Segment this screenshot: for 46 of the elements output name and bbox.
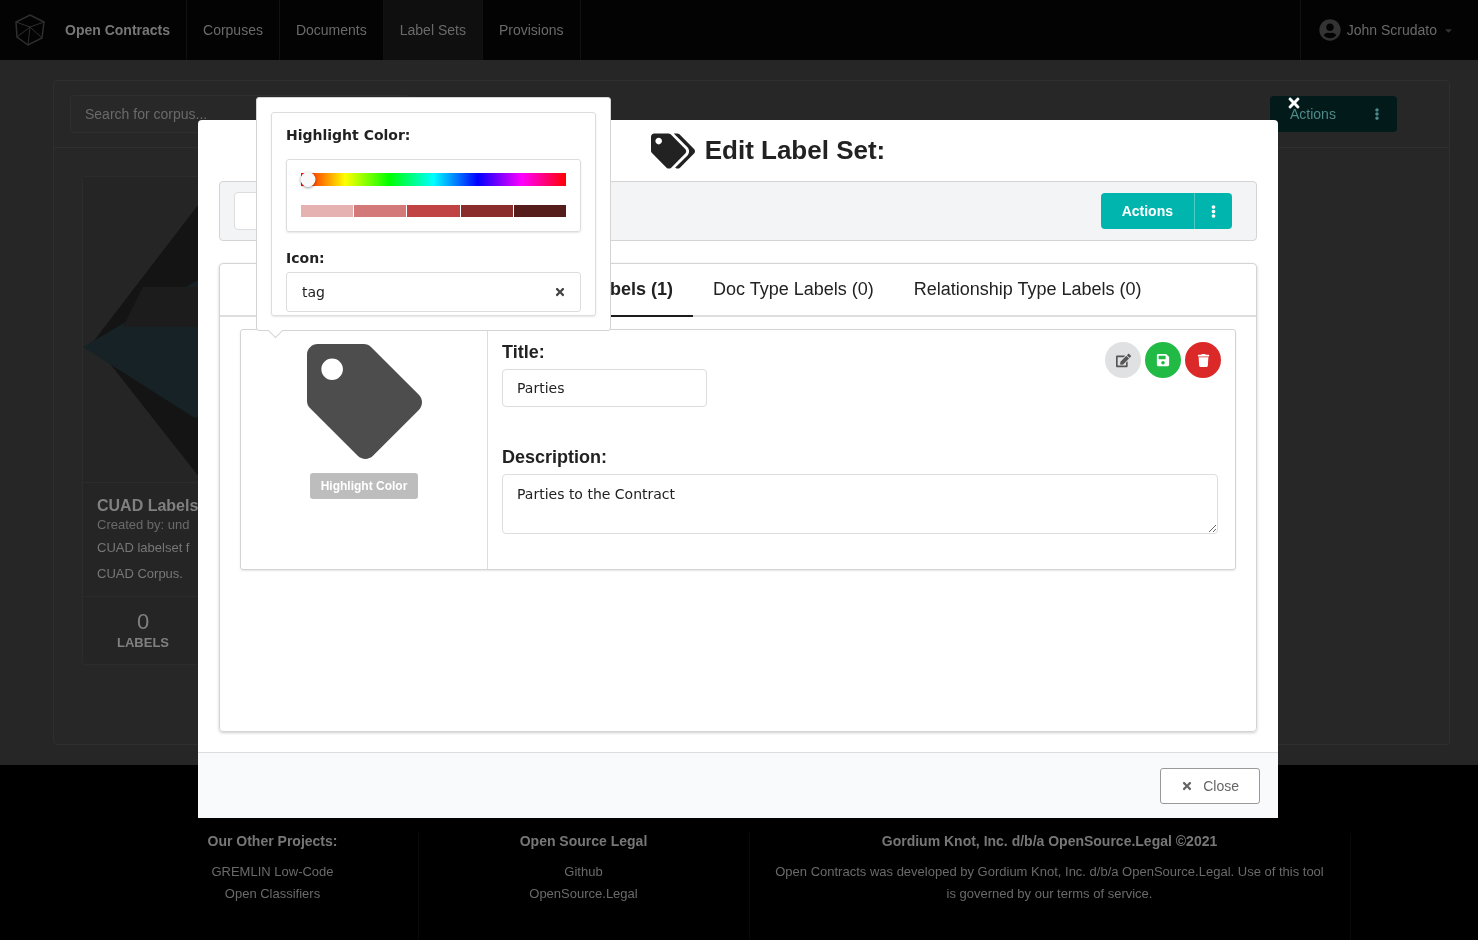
color-swatch[interactable] — [513, 205, 566, 217]
color-swatch[interactable] — [407, 205, 460, 217]
field-value: tag — [302, 284, 325, 300]
card-author: Created by: und — [97, 517, 191, 532]
user-icon — [1318, 19, 1341, 41]
edit-button[interactable] — [1105, 342, 1141, 378]
slider-thumb[interactable] — [300, 172, 316, 187]
title-input[interactable]: Parties — [502, 369, 707, 407]
clear-icon[interactable] — [554, 286, 566, 298]
tag-icon — [306, 344, 422, 459]
trash-icon — [1196, 353, 1210, 367]
save-icon — [1156, 353, 1170, 367]
footer-heading: Open Source Legal — [519, 833, 648, 849]
field-label: Icon: — [286, 250, 326, 266]
card-title: CUAD Labels — [97, 497, 200, 515]
footer-link[interactable]: Github — [564, 861, 603, 883]
footer-link[interactable]: OpenSource.Legal — [529, 883, 638, 905]
card-description: CUAD Corpus. — [97, 565, 184, 583]
count-label: LABELS — [117, 635, 169, 650]
footer-heading: Gordium Knot, Inc. d/b/a OpenSource.Legal ©2021 — [881, 833, 1218, 849]
icon-field[interactable]: tag — [286, 272, 581, 312]
more-button[interactable] — [1194, 193, 1232, 229]
color-swatch[interactable] — [460, 205, 513, 217]
tab[interactable]: Doc Type Labels (0) — [693, 264, 894, 317]
nav-item[interactable]: Label Sets — [383, 0, 483, 60]
label-count: 0 — [136, 609, 150, 635]
tab[interactable]: Relationship Type Labels (0) — [893, 264, 1162, 317]
hue-slider[interactable] — [301, 173, 566, 186]
footer-text: Open Contracts was developed by Gordium Knot, Inc. d/b/a OpenSource.Legal. Use of this tool is governed by our terms of service. — [774, 863, 1325, 903]
footer-heading: Our Other Projects: — [207, 833, 338, 849]
edit-icon — [1115, 352, 1131, 368]
description-input[interactable]: Parties to the Contract — [502, 474, 1218, 534]
close-button[interactable]: Close — [1160, 767, 1260, 804]
color-swatch[interactable] — [354, 205, 407, 217]
actions-button[interactable]: Actions — [1100, 193, 1194, 229]
field-label: Title: — [502, 342, 546, 363]
logo-icon — [13, 13, 47, 47]
field-label: Description: — [502, 447, 608, 468]
color-swatch[interactable] — [301, 205, 354, 217]
actions-button[interactable]: Actions — [1270, 96, 1397, 132]
footer-link[interactable]: Open Classifiers — [224, 883, 321, 905]
footer-link[interactable]: GREMLIN Low-Code — [211, 861, 334, 883]
close-icon — [1181, 779, 1194, 792]
card-description: CUAD labelset f — [97, 539, 191, 557]
delete-button[interactable] — [1185, 342, 1221, 378]
modal-title: Edit Label Set: — [704, 135, 886, 166]
